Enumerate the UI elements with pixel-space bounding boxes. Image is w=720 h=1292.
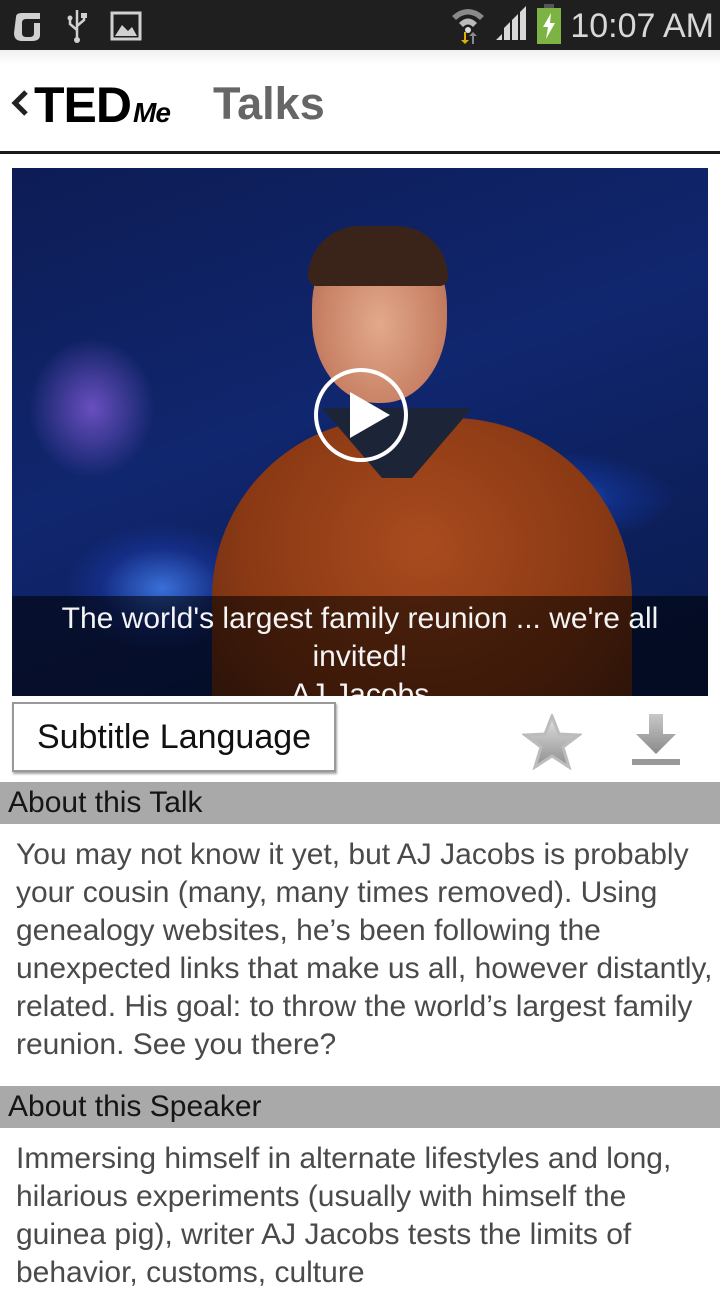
usb-icon	[66, 8, 88, 49]
image-icon	[110, 11, 142, 46]
video-player[interactable]: The world's largest family reunion ... w…	[12, 168, 708, 696]
about-talk-heading: About this Talk	[0, 782, 720, 824]
ted-me-logo[interactable]: TEDMe	[34, 76, 171, 134]
logo-sub: Me	[133, 97, 171, 128]
talk-title: The world's largest family reunion ... w…	[61, 602, 659, 673]
subtitle-language-button[interactable]: Subtitle Language	[12, 702, 336, 772]
speaker-image-hair	[308, 226, 448, 286]
download-button[interactable]	[630, 712, 682, 768]
about-talk-body: You may not know it yet, but AJ Jacobs i…	[16, 838, 713, 1061]
wifi-icon	[450, 4, 486, 49]
download-icon	[632, 714, 680, 765]
back-chevron-icon[interactable]	[10, 88, 28, 123]
play-icon[interactable]	[314, 368, 408, 462]
about-speaker-heading: About this Speaker	[0, 1086, 720, 1128]
action-row: Subtitle Language	[0, 696, 720, 780]
video-caption: The world's largest family reunion ... w…	[12, 596, 708, 696]
about-speaker-body: Immersing himself in alternate lifestyle…	[16, 1142, 672, 1289]
speaker-name: AJ Jacobs	[290, 678, 430, 696]
app-notification-icon	[10, 9, 44, 48]
favorite-button[interactable]	[520, 711, 584, 771]
status-bar: 10:07 AM	[0, 0, 720, 50]
app-bar: TEDMe Talks	[0, 50, 720, 154]
star-icon	[520, 711, 584, 771]
clock: 10:07 AM	[570, 7, 714, 45]
page-title: Talks	[213, 78, 325, 129]
battery-charging-icon	[536, 4, 562, 49]
signal-icon	[494, 6, 528, 47]
logo-main: TED	[34, 77, 132, 133]
